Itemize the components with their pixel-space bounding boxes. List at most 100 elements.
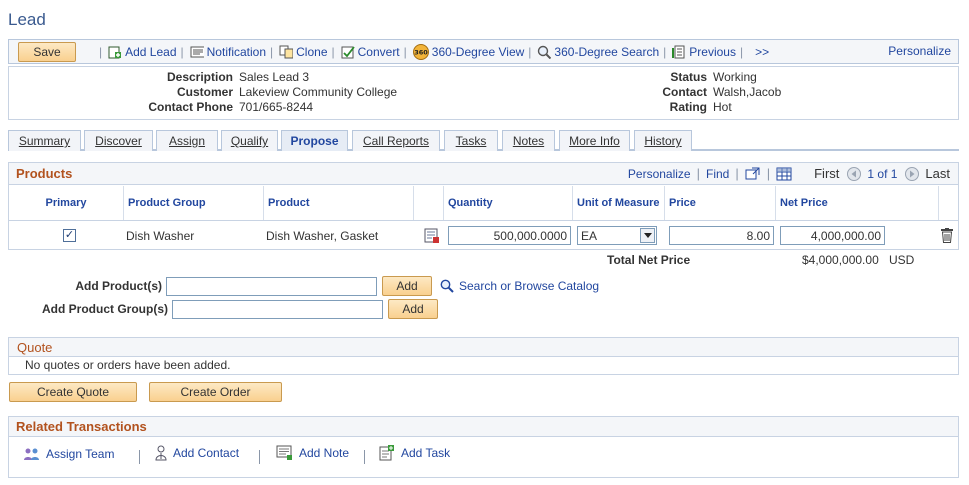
notification-label: Notification xyxy=(206,44,267,59)
net-price-input[interactable]: 4,000,000.00 xyxy=(780,226,885,245)
download-grid-icon[interactable] xyxy=(776,167,792,181)
add-lead-link[interactable]: Add Lead xyxy=(108,44,177,59)
grid-last-label[interactable]: Last xyxy=(925,166,950,181)
uom-select[interactable]: EA xyxy=(577,226,657,245)
convert-link[interactable]: Convert xyxy=(341,45,400,59)
tab-summary[interactable]: Summary xyxy=(8,130,81,151)
more-link[interactable]: >> xyxy=(755,45,769,59)
add-contact-link[interactable]: Add Contact xyxy=(155,445,239,461)
previous-link[interactable]: Previous xyxy=(672,45,736,59)
col-quantity[interactable]: Quantity xyxy=(444,186,573,220)
add-product-label: Add Product(s) xyxy=(75,279,162,293)
toolbar-separator: | xyxy=(99,44,103,59)
personalize-toolbar-link[interactable]: Personalize xyxy=(888,44,951,58)
toolbar-separator: | xyxy=(528,44,532,59)
col-primary[interactable]: Primary xyxy=(9,186,124,220)
uom-value: EA xyxy=(581,228,598,243)
quantity-input[interactable]: 500,000.0000 xyxy=(448,226,571,245)
add-task-link[interactable]: Add Task xyxy=(379,445,450,461)
grid-first-label[interactable]: First xyxy=(814,166,839,181)
search-icon[interactable] xyxy=(440,279,454,293)
svg-text:360: 360 xyxy=(414,48,428,56)
contact-phone-value: 701/665-8244 xyxy=(239,100,314,114)
lead-info-panel: Description Sales Lead 3 Customer Lakevi… xyxy=(8,66,959,120)
rating-label: Rating xyxy=(669,100,707,114)
grid-find-link[interactable]: Find xyxy=(706,167,729,181)
rating-value: Hot xyxy=(713,100,732,114)
360-view-icon: 360 xyxy=(412,43,429,60)
add-product-group-input[interactable] xyxy=(172,299,383,319)
add-note-link[interactable]: Add Note xyxy=(276,445,349,461)
360-search-icon xyxy=(537,45,552,59)
convert-label: Convert xyxy=(357,44,400,59)
tab-qualify[interactable]: Qualify xyxy=(221,130,278,151)
add-note-label: Add Note xyxy=(299,446,350,460)
related-transactions-title: Related Transactions xyxy=(9,417,958,437)
primary-checkbox[interactable]: ✓ xyxy=(63,229,76,242)
quote-empty-text: No quotes or orders have been added. xyxy=(25,358,231,372)
notification-link[interactable]: Notification xyxy=(190,45,266,59)
previous-page-icon[interactable] xyxy=(847,166,862,181)
description-value: Sales Lead 3 xyxy=(239,70,310,84)
tab-more-info[interactable]: More Info xyxy=(559,130,630,151)
tab-call-reports[interactable]: Call Reports xyxy=(352,130,440,151)
chevron-down-icon[interactable] xyxy=(640,228,655,243)
price-input[interactable]: 8.00 xyxy=(669,226,774,245)
products-grid: Products Personalize | Find | | First 1 … xyxy=(8,162,959,250)
team-icon xyxy=(23,447,40,461)
add-lead-label: Add Lead xyxy=(125,44,177,59)
360-view-link[interactable]: 360 360-Degree View xyxy=(412,43,524,60)
delete-cell xyxy=(937,222,953,249)
col-product[interactable]: Product xyxy=(264,186,414,220)
add-product-button[interactable]: Add xyxy=(382,276,432,296)
col-net-price[interactable]: Net Price xyxy=(776,186,939,220)
next-page-icon[interactable] xyxy=(905,166,920,181)
assign-team-link[interactable]: Assign Team xyxy=(23,447,114,461)
grid-separator: | xyxy=(735,166,739,181)
search-catalog-link[interactable]: Search or Browse Catalog xyxy=(459,279,599,293)
tab-notes[interactable]: Notes xyxy=(502,130,555,151)
add-lead-icon xyxy=(108,45,122,59)
related-separator xyxy=(139,450,140,464)
toolbar-separator: | xyxy=(331,44,335,59)
tab-assign[interactable]: Assign xyxy=(156,130,218,151)
product-value: Dish Washer, Gasket xyxy=(266,228,379,243)
product-config-icon[interactable] xyxy=(424,228,440,244)
tab-discover[interactable]: Discover xyxy=(84,130,153,151)
create-quote-button[interactable]: Create Quote xyxy=(9,382,137,402)
products-grid-header: Products Personalize | Find | | First 1 … xyxy=(9,163,958,185)
quote-section: Quote No quotes or orders have been adde… xyxy=(8,337,959,375)
grid-personalize-link[interactable]: Personalize xyxy=(628,167,691,181)
view-all-icon[interactable] xyxy=(745,167,761,181)
quote-title: Quote xyxy=(9,338,958,357)
net-price-cell: 4,000,000.00 xyxy=(776,222,885,249)
total-net-price-value: $4,000,000.00 xyxy=(802,253,879,267)
col-product-group[interactable]: Product Group xyxy=(124,186,264,220)
tab-history[interactable]: History xyxy=(634,130,692,151)
total-net-price-label: Total Net Price xyxy=(607,253,691,267)
page-tabs: Summary Discover Assign Qualify Propose … xyxy=(8,130,959,151)
tab-tasks[interactable]: Tasks xyxy=(444,130,498,151)
toolbar-separator: | xyxy=(180,44,184,59)
create-order-button[interactable]: Create Order xyxy=(149,382,282,402)
add-product-row: Add Product(s) Add Search or Browse Cata… xyxy=(0,276,599,296)
related-separator xyxy=(259,450,260,464)
price-cell: 8.00 xyxy=(665,222,774,249)
uom-cell: EA xyxy=(573,222,657,249)
tab-propose[interactable]: Propose xyxy=(281,130,348,151)
grid-separator: | xyxy=(766,166,771,181)
add-product-group-button[interactable]: Add xyxy=(388,299,438,319)
toolbar-separator: | xyxy=(739,44,744,59)
save-button[interactable]: Save xyxy=(18,42,76,62)
toolbar-actions: | Add Lead | Notification | Clone | Conv… xyxy=(95,40,769,63)
360-search-label: 360-Degree Search xyxy=(554,44,660,59)
360-search-link[interactable]: 360-Degree Search xyxy=(537,45,659,59)
grid-separator: | xyxy=(696,166,700,181)
customer-link[interactable]: Lakeview Community College xyxy=(239,85,397,100)
add-product-input[interactable] xyxy=(166,276,377,296)
col-unit-of-measure[interactable]: Unit of Measure xyxy=(573,186,665,220)
col-price[interactable]: Price xyxy=(665,186,776,220)
customer-label: Customer xyxy=(176,85,233,99)
delete-row-icon[interactable] xyxy=(941,228,953,243)
clone-link[interactable]: Clone xyxy=(279,45,328,59)
